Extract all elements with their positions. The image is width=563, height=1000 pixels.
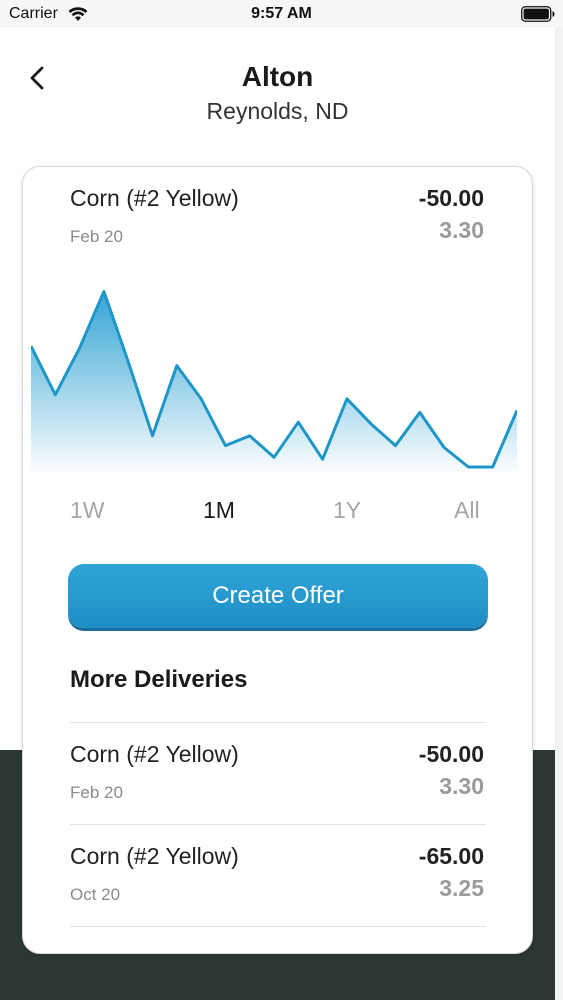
featured-item-date: Feb 20 (70, 227, 123, 246)
delivery-card: Corn (#2 Yellow) Feb 20 -50.00 3.30 1W 1… (22, 166, 533, 954)
status-bar: Carrier 9:57 AM (0, 0, 563, 28)
delivery-name: Corn (#2 Yellow) (70, 843, 239, 869)
delivery-price: -65.00 (418, 843, 484, 869)
range-tab-1y[interactable]: 1Y (333, 497, 361, 524)
status-time: 9:57 AM (251, 5, 312, 22)
range-tab-1m[interactable]: 1M (203, 497, 235, 524)
delivery-price: -50.00 (418, 741, 484, 767)
featured-item-name: Corn (#2 Yellow) (70, 185, 239, 211)
battery-icon (521, 6, 555, 22)
page-title: Alton (241, 61, 314, 92)
delivery-change: 3.25 (439, 875, 484, 901)
delivery-date: Oct 20 (70, 885, 121, 904)
featured-item-price: -50.00 (418, 185, 484, 211)
create-offer-button[interactable]: Create Offer (68, 564, 488, 628)
range-tab-all[interactable]: All (454, 497, 480, 524)
range-tab-1w[interactable]: 1W (70, 497, 105, 524)
delivery-change: 3.30 (439, 773, 484, 799)
featured-item-change: 3.30 (439, 217, 484, 243)
delivery-date: Feb 20 (70, 783, 123, 802)
page-subtitle: Reynolds, ND (206, 98, 349, 124)
divider (70, 926, 486, 927)
scroll-edge (555, 28, 563, 1000)
divider (70, 824, 486, 825)
delivery-name: Corn (#2 Yellow) (70, 741, 239, 767)
price-chart (31, 290, 517, 472)
more-deliveries-title: More Deliveries (70, 666, 248, 693)
divider (70, 722, 486, 723)
